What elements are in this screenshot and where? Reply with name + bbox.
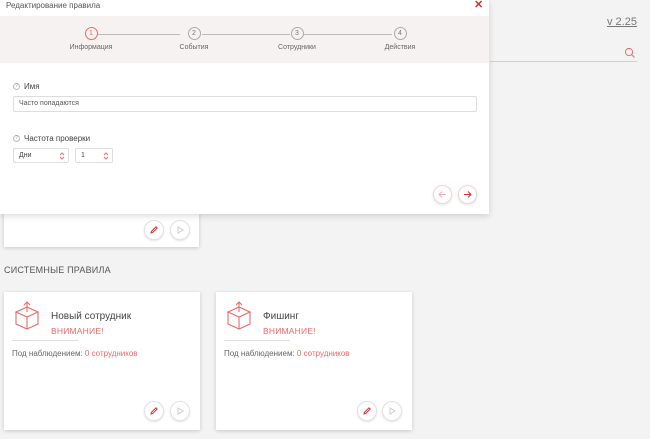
arrow-left-icon (438, 191, 446, 198)
frequency-count-select[interactable]: 1 (75, 148, 113, 163)
frequency-label: Частота проверки (24, 134, 91, 143)
frequency-unit-select[interactable]: Дни (13, 148, 69, 163)
search-icon[interactable] (624, 47, 636, 59)
watch-label: Под наблюдением: (12, 349, 83, 358)
watch-count-link[interactable]: 0 сотрудников (297, 349, 350, 358)
box-icon (14, 301, 40, 330)
run-button[interactable] (170, 401, 190, 421)
chevron-updown-icon (103, 152, 109, 160)
modal-header: Редактирование правила ✕ (0, 0, 489, 12)
box-icon (226, 301, 252, 330)
step-actions[interactable]: 4 Действия (360, 27, 440, 51)
rule-card: Фишинг ВНИМАНИЕ! Под наблюдением: 0 сотр… (216, 292, 412, 430)
pencil-icon (150, 226, 158, 234)
rule-name: Фишинг (263, 311, 299, 322)
step-information[interactable]: 1 Информация (51, 27, 131, 51)
rule-name: Новый сотрудник (51, 311, 132, 322)
step-number: 2 (187, 27, 201, 40)
step-number: 4 (393, 27, 407, 40)
step-number: 1 (84, 27, 98, 40)
step-label: События (179, 44, 209, 51)
run-button[interactable] (382, 401, 402, 421)
name-input[interactable]: Часто попадаются (13, 96, 477, 112)
step-label: Информация (69, 44, 113, 51)
search-input[interactable] (490, 61, 637, 62)
edit-button[interactable] (357, 401, 377, 421)
pencil-icon (150, 407, 158, 415)
select-value: 1 (81, 152, 85, 159)
play-icon (177, 407, 184, 415)
section-title: СИСТЕМНЫЕ ПРАВИЛА (4, 265, 111, 275)
step-employees[interactable]: 3 Сотрудники (257, 27, 337, 51)
wizard-stepper: 1 Информация 2 События 3 Сотрудники 4 Де… (0, 16, 489, 63)
edit-button[interactable] (144, 401, 164, 421)
play-icon (177, 226, 184, 234)
run-button[interactable] (170, 220, 190, 240)
version-link[interactable]: v 2.25 (607, 16, 637, 28)
modal-title: Редактирование правила (6, 1, 101, 10)
watch-count-link[interactable]: 0 сотрудников (85, 349, 138, 358)
rule-card: Новый сотрудник ВНИМАНИЕ! Под наблюдение… (4, 292, 200, 430)
name-label: Имя (24, 82, 40, 91)
next-step-button[interactable] (458, 185, 477, 204)
step-number: 3 (290, 27, 304, 40)
edit-rule-modal: Редактирование правила ✕ 1 Информация 2 … (0, 0, 489, 214)
step-events[interactable]: 2 События (154, 27, 234, 51)
play-icon (389, 407, 396, 415)
watch-label: Под наблюдением: (224, 349, 295, 358)
close-icon[interactable]: ✕ (474, 0, 483, 11)
arrow-right-icon (464, 191, 472, 198)
divider (224, 340, 290, 341)
divider (12, 340, 78, 341)
edit-button[interactable] (144, 220, 164, 240)
watch-info: Под наблюдением: 0 сотрудников (12, 349, 138, 358)
select-value: Дни (19, 152, 32, 159)
prev-step-button[interactable] (433, 185, 452, 204)
chevron-updown-icon (59, 152, 65, 160)
rule-warning: ВНИМАНИЕ! (263, 326, 316, 336)
watch-info: Под наблюдением: 0 сотрудников (224, 349, 350, 358)
step-label: Действия (384, 44, 416, 51)
help-icon[interactable]: ? (13, 83, 20, 90)
rule-warning: ВНИМАНИЕ! (51, 326, 104, 336)
pencil-icon (363, 407, 371, 415)
help-icon[interactable]: ? (13, 135, 20, 142)
step-label: Сотрудники (278, 44, 316, 51)
